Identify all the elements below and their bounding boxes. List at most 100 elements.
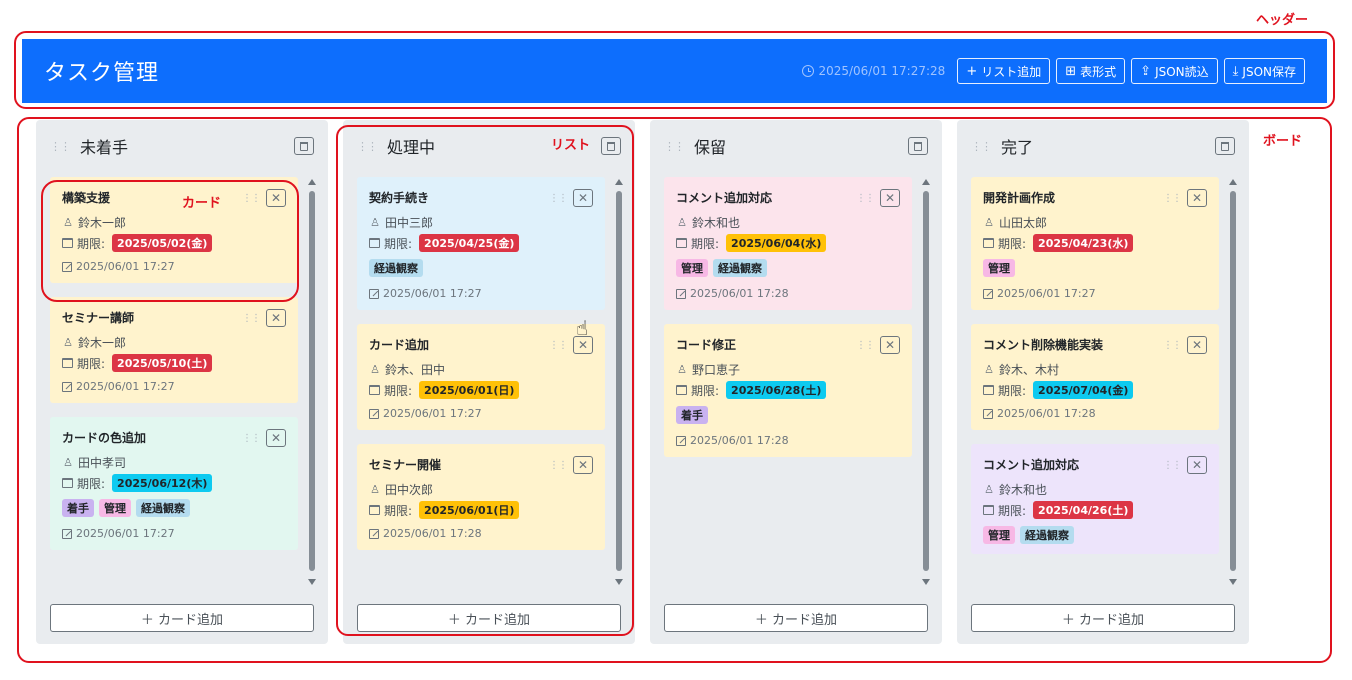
calendar-icon: [62, 478, 73, 488]
drag-handle-icon[interactable]: ⋮⋮: [357, 141, 378, 152]
drag-handle-icon[interactable]: ⋮⋮: [1163, 340, 1182, 351]
scrollbar[interactable]: [613, 177, 625, 587]
card-assignee: ♙ 田中孝司: [62, 455, 286, 470]
card-due: 期限: 2025/06/04(水): [676, 234, 900, 252]
person-icon: ♙: [984, 482, 994, 496]
task-card[interactable]: カード追加 ⋮⋮ ✕ ♙ 鈴木、田中 期限: 2025/06/01(日) 2025/06/01…: [357, 324, 605, 430]
card-assignee: ♙ 田中次郎: [369, 482, 593, 497]
json-save-button[interactable]: ⤓ JSON保存: [1223, 58, 1305, 84]
add-card-button[interactable]: ＋ カード追加: [50, 604, 314, 632]
task-card[interactable]: セミナー講師 ⋮⋮ ✕ ♙ 鈴木一郎 期限: 2025/05/10(土) 2025/06/01…: [50, 297, 298, 403]
drag-handle-icon[interactable]: ⋮⋮: [549, 460, 568, 471]
add-card-button[interactable]: ＋ カード追加: [971, 604, 1235, 632]
drag-handle-icon[interactable]: ⋮⋮: [1163, 193, 1182, 204]
drag-handle-icon[interactable]: ⋮⋮: [242, 193, 261, 204]
drag-handle-icon[interactable]: ⋮⋮: [856, 193, 875, 204]
add-list-button[interactable]: + リスト追加: [957, 58, 1051, 84]
delete-card-button[interactable]: ✕: [266, 189, 286, 207]
tag-badge: 経過観察: [369, 259, 423, 277]
card-assignee: ♙ 鈴木一郎: [62, 335, 286, 350]
delete-card-button[interactable]: ✕: [266, 309, 286, 327]
scrollbar[interactable]: [306, 177, 318, 587]
task-card[interactable]: 構築支援 ⋮⋮ ✕ ♙ 鈴木一郎 期限: 2025/05/02(金) 2025/06/01 1…: [50, 177, 298, 283]
scrollbar-thumb[interactable]: [1230, 191, 1236, 571]
delete-card-button[interactable]: ✕: [1187, 456, 1207, 474]
assignee-text: 山田太郎: [999, 215, 1048, 230]
calendar-icon: [983, 385, 994, 395]
card-assignee: ♙ 鈴木、木村: [983, 362, 1207, 377]
delete-list-button[interactable]: [1215, 137, 1235, 155]
drag-handle-icon[interactable]: ⋮⋮: [856, 340, 875, 351]
card-due: 期限: 2025/06/12(木): [62, 474, 286, 492]
drag-handle-icon[interactable]: ⋮⋮: [242, 433, 261, 444]
list-column: ⋮⋮ 保留 コメント追加対応 ⋮⋮ ✕ ♙ 鈴木和也 期限: 2025/06/04(水) 管理 経過…: [650, 120, 942, 644]
scroll-down-arrow-icon[interactable]: [922, 579, 930, 585]
drag-handle-icon[interactable]: ⋮⋮: [664, 141, 685, 152]
delete-card-button[interactable]: ✕: [880, 336, 900, 354]
card-updated: 2025/06/01 17:27: [369, 407, 593, 420]
delete-list-button[interactable]: [908, 137, 928, 155]
delete-list-button[interactable]: [294, 137, 314, 155]
drag-handle-icon[interactable]: ⋮⋮: [549, 340, 568, 351]
scrollbar-thumb[interactable]: [616, 191, 622, 571]
trash-icon: [1221, 141, 1229, 151]
due-badge: 2025/04/23(水): [1033, 234, 1134, 252]
scrollbar[interactable]: [920, 177, 932, 587]
due-label: 期限:: [384, 503, 413, 518]
json-load-button[interactable]: ⇪ JSON読込: [1131, 58, 1218, 84]
add-card-button[interactable]: ＋ カード追加: [357, 604, 621, 632]
delete-list-button[interactable]: [601, 137, 621, 155]
scroll-up-arrow-icon[interactable]: [615, 179, 623, 185]
scrollbar[interactable]: [1227, 177, 1239, 587]
assignee-text: 鈴木一郎: [78, 215, 127, 230]
task-card[interactable]: コメント追加対応 ⋮⋮ ✕ ♙ 鈴木和也 期限: 2025/04/26(土) 管理 経過観察: [971, 444, 1219, 554]
due-label: 期限:: [77, 236, 106, 251]
table-view-button[interactable]: ⊞ 表形式: [1056, 58, 1126, 84]
edit-icon: [983, 288, 993, 299]
drag-handle-icon[interactable]: ⋮⋮: [971, 141, 992, 152]
delete-card-button[interactable]: ✕: [266, 429, 286, 447]
delete-card-button[interactable]: ✕: [880, 189, 900, 207]
updated-text: 2025/06/01 17:28: [690, 434, 789, 447]
assignee-text: 鈴木和也: [999, 482, 1048, 497]
assignee-text: 田中三郎: [385, 215, 434, 230]
due-label: 期限:: [998, 383, 1027, 398]
card-due: 期限: 2025/06/28(土): [676, 381, 900, 399]
task-card[interactable]: 開発計画作成 ⋮⋮ ✕ ♙ 山田太郎 期限: 2025/04/23(水) 管理 2025/06/…: [971, 177, 1219, 310]
scroll-down-arrow-icon[interactable]: [1229, 579, 1237, 585]
delete-card-button[interactable]: ✕: [1187, 336, 1207, 354]
assignee-text: 鈴木和也: [692, 215, 741, 230]
card-tags: 管理 経過観察: [676, 259, 900, 277]
scroll-up-arrow-icon[interactable]: [922, 179, 930, 185]
drag-handle-icon[interactable]: ⋮⋮: [1163, 460, 1182, 471]
task-card[interactable]: コード修正 ⋮⋮ ✕ ♙ 野口恵子 期限: 2025/06/28(土) 着手 2025/06/0…: [664, 324, 912, 457]
scroll-down-arrow-icon[interactable]: [615, 579, 623, 585]
task-card[interactable]: コメント削除機能実装 ⋮⋮ ✕ ♙ 鈴木、木村 期限: 2025/07/04(金) 2025/…: [971, 324, 1219, 430]
trash-icon: [607, 141, 615, 151]
task-card[interactable]: コメント追加対応 ⋮⋮ ✕ ♙ 鈴木和也 期限: 2025/06/04(水) 管理 経過観察 20…: [664, 177, 912, 310]
scroll-up-arrow-icon[interactable]: [1229, 179, 1237, 185]
task-card[interactable]: セミナー開催 ⋮⋮ ✕ ♙ 田中次郎 期限: 2025/06/01(日) 2025/06/01…: [357, 444, 605, 550]
scroll-up-arrow-icon[interactable]: [308, 179, 316, 185]
add-card-button[interactable]: ＋ カード追加: [664, 604, 928, 632]
scroll-down-arrow-icon[interactable]: [308, 579, 316, 585]
card-tags: 管理 経過観察: [983, 526, 1207, 544]
card-due: 期限: 2025/06/01(日): [369, 381, 593, 399]
drag-handle-icon[interactable]: ⋮⋮: [50, 141, 71, 152]
tag-badge: 管理: [983, 526, 1015, 544]
task-card[interactable]: 契約手続き ⋮⋮ ✕ ♙ 田中三郎 期限: 2025/04/25(金) 経過観察 2025/06…: [357, 177, 605, 310]
delete-card-button[interactable]: ✕: [573, 189, 593, 207]
drag-handle-icon[interactable]: ⋮⋮: [549, 193, 568, 204]
task-card[interactable]: カードの色追加 ⋮⋮ ✕ ♙ 田中孝司 期限: 2025/06/12(木) 着手 管理 経過観察 2…: [50, 417, 298, 550]
card-due: 期限: 2025/04/23(水): [983, 234, 1207, 252]
tag-badge: 管理: [99, 499, 131, 517]
person-icon: ♙: [63, 455, 73, 469]
delete-card-button[interactable]: ✕: [1187, 189, 1207, 207]
due-label: 期限:: [384, 383, 413, 398]
person-icon: ♙: [677, 215, 687, 229]
card-updated: 2025/06/01 17:28: [676, 434, 900, 447]
scrollbar-thumb[interactable]: [309, 191, 315, 571]
drag-handle-icon[interactable]: ⋮⋮: [242, 313, 261, 324]
scrollbar-thumb[interactable]: [923, 191, 929, 571]
delete-card-button[interactable]: ✕: [573, 456, 593, 474]
